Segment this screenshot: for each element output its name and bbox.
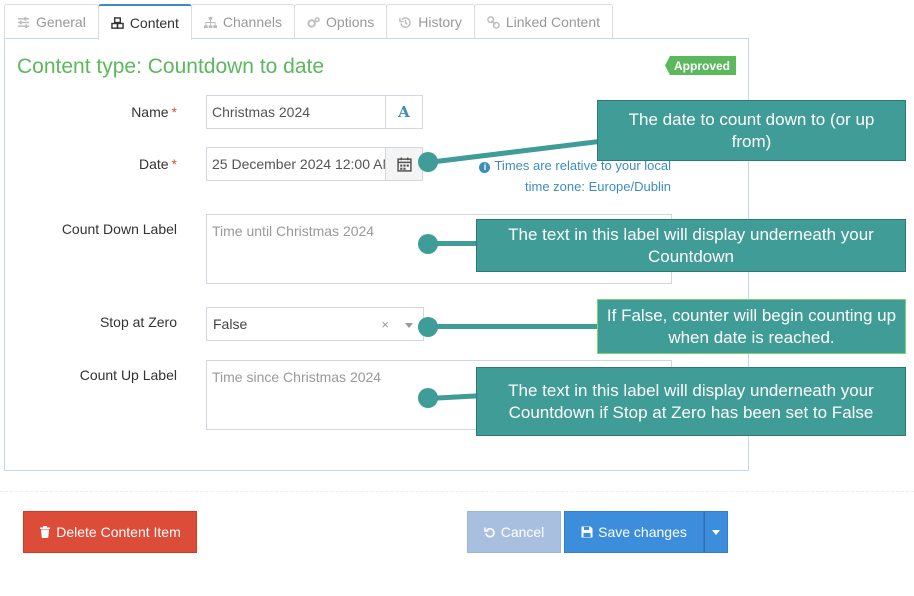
tab-general[interactable]: General bbox=[4, 4, 99, 39]
cancel-button-label: Cancel bbox=[500, 524, 545, 540]
delete-content-button[interactable]: Delete Content Item bbox=[23, 511, 197, 553]
trash-icon bbox=[40, 526, 51, 538]
page-title: Content type: Countdown to date bbox=[17, 55, 325, 78]
tab-history[interactable]: History bbox=[386, 4, 475, 39]
gears-icon bbox=[307, 16, 320, 28]
callout-stop-at-zero: If False, counter will begin counting up… bbox=[597, 299, 906, 354]
caret-down-icon bbox=[712, 529, 720, 535]
callout-dot bbox=[418, 234, 438, 254]
delete-button-label: Delete Content Item bbox=[56, 524, 181, 540]
stop-at-zero-value: False bbox=[213, 316, 248, 332]
calendar-icon bbox=[396, 157, 412, 172]
save-icon bbox=[581, 526, 593, 538]
stop-at-zero-label: Stop at Zero bbox=[99, 314, 177, 330]
date-input[interactable]: 25 December 2024 12:00 AM bbox=[206, 147, 387, 181]
chevron-down-icon[interactable] bbox=[405, 323, 413, 328]
tab-bar: General Content Channels Options History… bbox=[4, 4, 614, 40]
callout-count-up: The text in this label will display unde… bbox=[476, 367, 906, 436]
cancel-button[interactable]: Cancel bbox=[467, 511, 561, 553]
sliders-icon bbox=[17, 16, 30, 28]
date-label-text: Date bbox=[138, 156, 169, 172]
save-options-dropdown[interactable] bbox=[704, 511, 728, 553]
info-icon: i bbox=[479, 162, 491, 173]
divider bbox=[0, 491, 914, 492]
sitemap-icon bbox=[203, 16, 217, 28]
link-icon bbox=[487, 15, 500, 29]
callout-dot bbox=[418, 388, 438, 408]
tab-label: Channels bbox=[222, 14, 283, 30]
name-label: Name * bbox=[5, 104, 177, 120]
callout-pointer bbox=[428, 324, 600, 329]
tab-label: Content bbox=[129, 15, 179, 31]
name-input[interactable]: Christmas 2024 bbox=[206, 95, 387, 129]
tab-label: General bbox=[36, 14, 86, 30]
count-up-label: Count Up Label bbox=[79, 367, 177, 383]
font-a-icon: A bbox=[398, 103, 410, 121]
required-mark: * bbox=[171, 104, 177, 120]
count-down-label: Count Down Label bbox=[61, 221, 177, 237]
save-changes-button[interactable]: Save changes bbox=[564, 511, 704, 553]
tab-content[interactable]: Content bbox=[97, 4, 192, 40]
tab-linked-content[interactable]: Linked Content bbox=[473, 4, 614, 39]
clear-icon[interactable]: × bbox=[381, 317, 389, 332]
callout-count-down: The text in this label will display unde… bbox=[476, 219, 906, 272]
callout-dot bbox=[418, 317, 438, 337]
stop-at-zero-select[interactable]: False × bbox=[206, 307, 424, 341]
callout-dot bbox=[418, 152, 438, 172]
status-badge: Approved bbox=[665, 56, 737, 75]
undo-icon bbox=[483, 527, 495, 538]
tab-options[interactable]: Options bbox=[294, 4, 388, 39]
tab-label: Options bbox=[326, 14, 375, 30]
timezone-hint: i Times are relative to your local time z… bbox=[465, 155, 671, 197]
callout-date: The date to count down to (or up from) bbox=[597, 100, 906, 161]
history-icon bbox=[399, 16, 412, 28]
tab-label: History bbox=[418, 14, 462, 30]
save-button-label: Save changes bbox=[598, 524, 687, 540]
tab-channels[interactable]: Channels bbox=[190, 4, 296, 39]
date-label: Date * bbox=[5, 156, 177, 172]
tab-label: Linked Content bbox=[505, 14, 601, 30]
name-label-text: Name bbox=[131, 104, 169, 120]
required-mark: * bbox=[171, 156, 177, 172]
translate-button[interactable]: A bbox=[385, 95, 423, 129]
cubes-icon bbox=[111, 16, 124, 29]
timezone-hint-line2: time zone: Europe/Dublin bbox=[525, 179, 671, 194]
